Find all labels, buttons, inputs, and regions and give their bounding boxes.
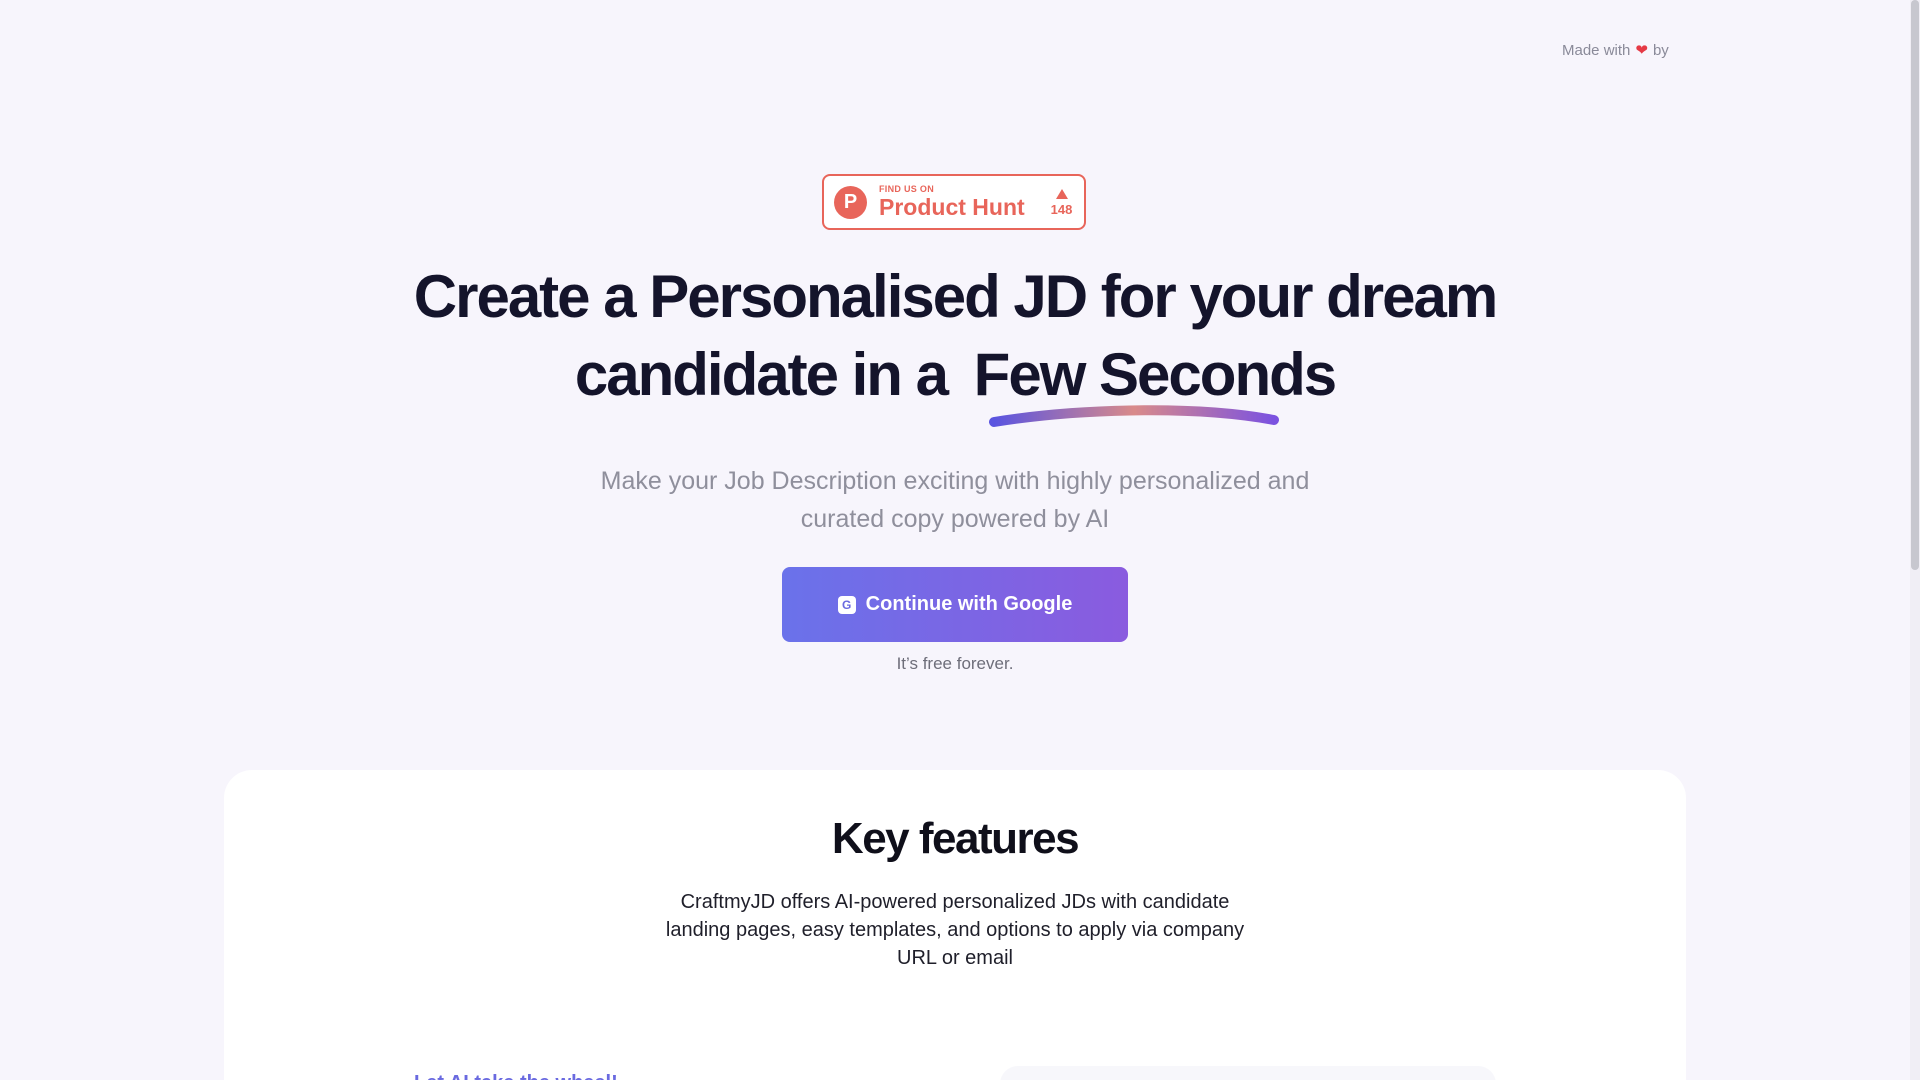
product-hunt-votes: 148 [1050, 188, 1073, 217]
google-icon-letter: G [842, 597, 852, 612]
feature-heading-peek: Let AI take the wheel! [414, 1072, 618, 1080]
triangle-up-icon [1055, 188, 1068, 199]
subtitle-line-1: Make your Job Description exciting with … [600, 467, 1310, 495]
made-with-suffix: by [1652, 42, 1669, 59]
feature-preview-panel [1000, 1066, 1496, 1080]
headline-highlight: Few Seconds [973, 336, 1337, 427]
product-hunt-text: FIND US ON Product Hunt [879, 185, 1025, 219]
page-scrollbar[interactable] [1910, 0, 1920, 1080]
hero-subtitle: Make your Job Description exciting with … [560, 462, 1350, 538]
brush-underline-icon [988, 405, 1279, 427]
landing-page: Made with ❤ by P FIND US ON Product Hunt… [0, 0, 1920, 1080]
continue-with-google-button[interactable]: G Continue with Google [782, 567, 1128, 642]
product-hunt-vote-count: 148 [1050, 201, 1073, 217]
scrollbar-thumb[interactable] [1911, 0, 1919, 570]
continue-with-google-label: Continue with Google [865, 593, 1073, 615]
product-hunt-logo-icon: P [834, 185, 867, 219]
product-hunt-big-label: Product Hunt [879, 194, 1025, 220]
made-with-prefix: Made with [1562, 42, 1631, 59]
google-icon: G [837, 595, 856, 614]
subtitle-line-2: curated copy powered by AI [800, 505, 1110, 533]
made-with-credit: Made with ❤ by [1562, 42, 1669, 59]
product-hunt-badge[interactable]: P FIND US ON Product Hunt 148 [822, 174, 1086, 230]
product-hunt-small-label: FIND US ON [879, 184, 935, 194]
key-features-card: Key features CraftmyJD offers AI-powered… [224, 770, 1686, 1080]
heart-icon: ❤ [1635, 42, 1648, 59]
headline-line-1: Create a Personalised JD for your dream [413, 263, 1498, 330]
key-features-title: Key features [831, 814, 1080, 863]
free-forever-note: It’s free forever. [896, 654, 1014, 673]
key-features-description: CraftmyJD offers AI-powered personalized… [665, 891, 1245, 969]
headline-highlight-text: Few Seconds [973, 341, 1337, 408]
headline-line-2-prefix: candidate in a [574, 341, 949, 408]
product-hunt-logo-letter: P [843, 190, 858, 213]
hero-headline: Create a Personalised JD for your dream … [0, 258, 1910, 427]
